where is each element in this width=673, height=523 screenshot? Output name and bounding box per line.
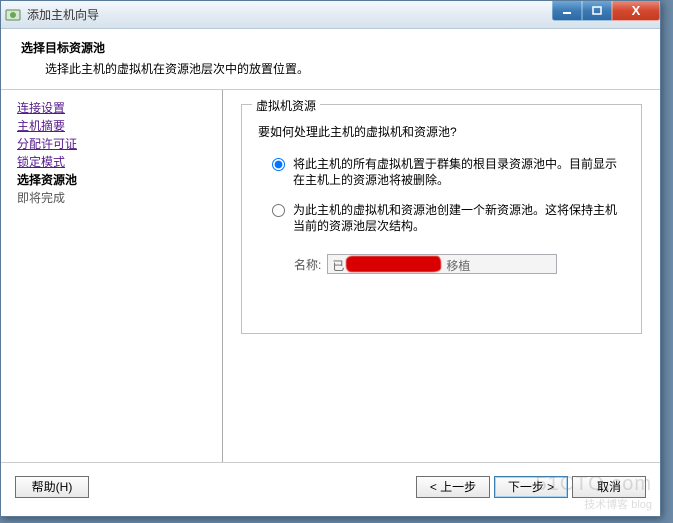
page-title: 选择目标资源池: [21, 39, 640, 56]
sidebar-item-resource-pool: 选择资源池: [17, 172, 214, 188]
cancel-button[interactable]: 取消: [572, 476, 646, 498]
wizard-steps-sidebar: 连接设置 主机摘要 分配许可证 锁定模式 选择资源池 即将完成: [1, 90, 223, 462]
wizard-body: 连接设置 主机摘要 分配许可证 锁定模式 选择资源池 即将完成 虚拟机资源 要如…: [1, 90, 660, 462]
wizard-content: 虚拟机资源 要如何处理此主机的虚拟机和资源池? 将此主机的所有虚拟机置于群集的根…: [223, 90, 660, 462]
radio-root-pool[interactable]: [272, 158, 285, 171]
wizard-footer: 帮助(H) < 上一步 下一步 > 取消: [1, 462, 660, 510]
group-question: 要如何处理此主机的虚拟机和资源池?: [258, 123, 625, 140]
radio-new-pool[interactable]: [272, 204, 285, 217]
back-button[interactable]: < 上一步: [416, 476, 490, 498]
pool-name-label: 名称:: [294, 256, 321, 273]
titlebar: 添加主机向导 X: [1, 1, 660, 29]
redacted-text: [346, 256, 441, 272]
window-title: 添加主机向导: [27, 6, 99, 23]
group-title: 虚拟机资源: [252, 97, 320, 114]
maximize-button[interactable]: [582, 1, 612, 21]
option-root-pool-label: 将此主机的所有虚拟机置于群集的根目录资源池中。目前显示在主机上的资源池将被删除。: [293, 156, 625, 188]
sidebar-item-license[interactable]: 分配许可证: [17, 136, 214, 152]
app-icon: [5, 7, 21, 23]
next-button[interactable]: 下一步 >: [494, 476, 568, 498]
option-root-pool[interactable]: 将此主机的所有虚拟机置于群集的根目录资源池中。目前显示在主机上的资源池将被删除。: [258, 156, 625, 188]
close-button[interactable]: X: [612, 1, 660, 21]
option-new-pool-label: 为此主机的虚拟机和资源池创建一个新资源池。这将保持主机当前的资源池层次结构。: [293, 202, 625, 234]
pool-name-input[interactable]: 已 移植: [327, 254, 557, 274]
option-new-pool[interactable]: 为此主机的虚拟机和资源池创建一个新资源池。这将保持主机当前的资源池层次结构。: [258, 202, 625, 234]
sidebar-item-connection[interactable]: 连接设置: [17, 100, 214, 116]
wizard-header: 选择目标资源池 选择此主机的虚拟机在资源池层次中的放置位置。: [1, 29, 660, 90]
pool-name-row: 名称: 已 移植: [258, 254, 625, 274]
sidebar-item-ready: 即将完成: [17, 190, 214, 206]
window-controls: X: [552, 1, 660, 21]
minimize-button[interactable]: [552, 1, 582, 21]
wizard-window: 添加主机向导 X 选择目标资源池 选择此主机的虚拟机在资源池层次中的放置位置。 …: [0, 0, 661, 517]
help-button[interactable]: 帮助(H): [15, 476, 89, 498]
sidebar-item-lockdown[interactable]: 锁定模式: [17, 154, 214, 170]
sidebar-item-summary[interactable]: 主机摘要: [17, 118, 214, 134]
page-description: 选择此主机的虚拟机在资源池层次中的放置位置。: [45, 60, 640, 77]
vm-resources-group: 虚拟机资源 要如何处理此主机的虚拟机和资源池? 将此主机的所有虚拟机置于群集的根…: [241, 104, 642, 334]
